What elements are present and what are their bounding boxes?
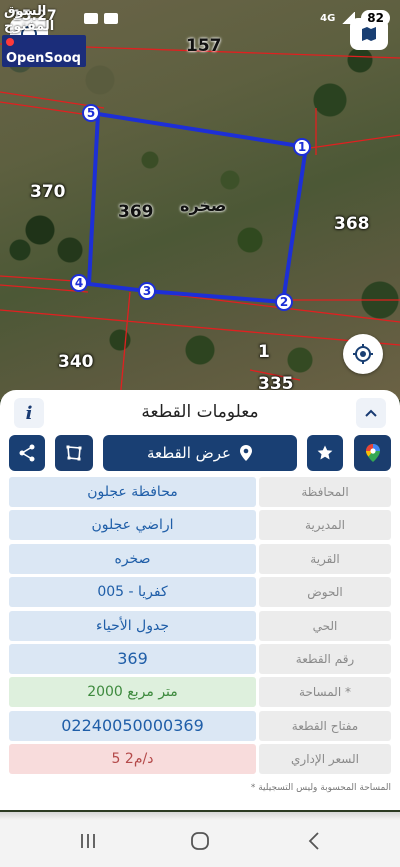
signal-icon xyxy=(341,12,356,24)
back-button[interactable] xyxy=(304,830,324,852)
recent-apps-icon xyxy=(81,834,95,848)
parcel-key-label: مفتاح القطعة xyxy=(259,710,391,741)
polygon-button[interactable] xyxy=(55,435,93,471)
table-row: صخره القرية xyxy=(9,543,391,574)
village-label: صخره xyxy=(180,196,227,215)
star-icon xyxy=(317,445,333,460)
governorate-value: محافظة عجلون xyxy=(9,477,256,507)
table-row: 02240050000369 مفتاح القطعة xyxy=(9,710,391,741)
table-row: اراضي عجلون المديرية xyxy=(9,510,391,541)
parcel-key-value: 02240050000369 xyxy=(9,710,256,741)
directorate-value: اراضي عجلون xyxy=(9,510,256,541)
watermark-english: OpenSooq xyxy=(2,35,86,67)
network-type: 4G xyxy=(320,12,336,24)
map-pin-icon xyxy=(240,445,253,461)
youtube-icon xyxy=(104,13,118,24)
home-button[interactable] xyxy=(190,830,210,852)
governorate-label: المحافظة xyxy=(259,477,391,507)
status-right: 4G 82 xyxy=(320,10,390,26)
village-value: صخره xyxy=(9,543,256,574)
neighborhood-value: جدول الأحياء xyxy=(9,610,256,641)
watermark-arabic: السوق المفتوح xyxy=(4,4,55,34)
notification-icons xyxy=(84,13,118,24)
opensooq-watermark: السوق المفتوح OpenSooq xyxy=(2,4,86,67)
battery-indicator: 82 xyxy=(361,10,390,26)
area-label: المساحة * xyxy=(259,677,391,708)
parcel-number-label: رقم القطعة xyxy=(259,643,391,674)
favorite-button[interactable] xyxy=(307,435,343,471)
polygon-icon xyxy=(66,445,82,461)
share-button[interactable] xyxy=(9,435,45,471)
vertex-marker[interactable]: 2 xyxy=(275,293,293,311)
info-icon: i xyxy=(25,402,33,424)
panel-header: i معلومات القطعة xyxy=(0,390,400,432)
chevron-up-icon xyxy=(365,409,377,417)
directorate-label: المديرية xyxy=(259,510,391,541)
collapse-button[interactable] xyxy=(356,398,386,428)
info-button[interactable]: i xyxy=(14,398,44,428)
back-icon xyxy=(308,832,319,850)
vertex-marker[interactable]: 1 xyxy=(293,138,311,156)
basin-label: الحوض xyxy=(259,577,391,608)
table-row: كفريا - 005 الحوض xyxy=(9,577,391,608)
parcel-label-369: 369 xyxy=(118,202,154,222)
table-row: 369 رقم القطعة xyxy=(9,643,391,674)
crosshair-icon xyxy=(353,344,373,364)
neighborhood-label: الحي xyxy=(259,610,391,641)
parcel-label-1: 1 xyxy=(258,342,270,362)
basin-value: كفريا - 005 xyxy=(9,577,256,608)
show-parcel-label: عرض القطعة xyxy=(146,444,232,462)
google-maps-icon xyxy=(365,444,380,462)
google-maps-button[interactable] xyxy=(354,435,391,471)
home-icon xyxy=(191,832,209,850)
village-label: القرية xyxy=(259,543,391,574)
vertex-marker[interactable]: 5 xyxy=(82,104,100,122)
table-row: 2000 متر مربع المساحة * xyxy=(9,677,391,708)
table-row: محافظة عجلون المحافظة xyxy=(9,477,391,507)
parcel-label-370: 370 xyxy=(30,182,66,202)
action-bar: عرض القطعة xyxy=(9,435,391,471)
admin-price-label: السعر الإداري xyxy=(259,744,391,775)
locate-button[interactable] xyxy=(343,334,383,374)
system-nav-bar xyxy=(0,812,400,867)
parcel-number-value: 369 xyxy=(9,643,256,674)
table-row: جدول الأحياء الحي xyxy=(9,610,391,641)
area-value: 2000 متر مربع xyxy=(9,677,256,708)
parcel-info-panel: i معلومات القطعة عرض القطعة محافظة عجلون… xyxy=(0,390,400,810)
table-row: 5 د/م2 السعر الإداري xyxy=(9,744,391,775)
parcel-label-368: 368 xyxy=(334,214,370,234)
bottom-sheet-peek xyxy=(0,812,400,820)
vertex-marker[interactable]: 4 xyxy=(70,274,88,292)
recent-apps-button[interactable] xyxy=(78,830,98,852)
parcel-details-table: محافظة عجلون المحافظة اراضي عجلون المدير… xyxy=(9,477,391,778)
notification-icon xyxy=(84,13,98,24)
share-icon xyxy=(19,444,35,462)
admin-price-value: 5 د/م2 xyxy=(9,744,256,775)
show-parcel-button[interactable]: عرض القطعة xyxy=(103,435,297,471)
parcel-label-340: 340 xyxy=(58,352,94,372)
panel-title: معلومات القطعة xyxy=(141,402,259,422)
area-footnote: * المساحة المحسوبة وليس التسجيلية xyxy=(250,783,391,793)
vertex-marker[interactable]: 3 xyxy=(138,282,156,300)
